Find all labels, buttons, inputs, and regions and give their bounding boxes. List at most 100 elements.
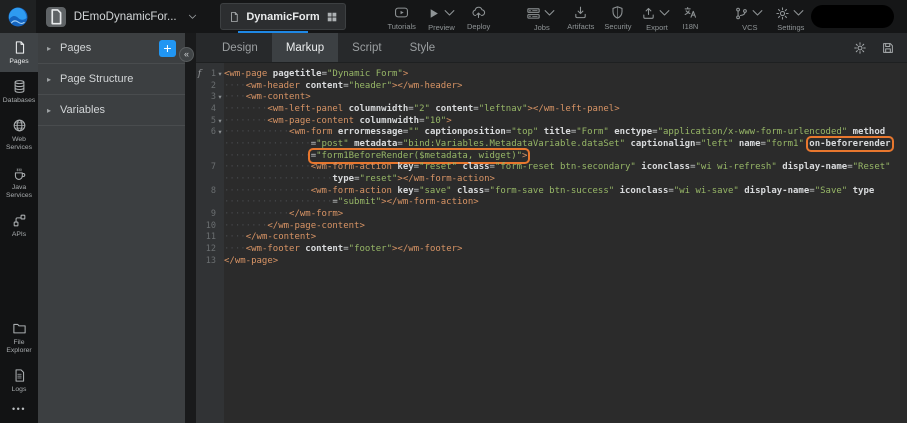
collapse-panel-button[interactable]: « bbox=[179, 47, 194, 62]
line-number: 6 bbox=[203, 127, 216, 137]
rail-item-pages[interactable]: Pages bbox=[0, 33, 38, 72]
code-row: 7················<wm-form-action key="re… bbox=[196, 162, 907, 174]
jobs-icon bbox=[526, 6, 541, 21]
file-explorer-label: File Explorer bbox=[0, 339, 38, 355]
user-menu[interactable] bbox=[811, 5, 894, 28]
code-line: ····················type="reset"></wm-fo… bbox=[224, 174, 495, 184]
chevron-down-icon bbox=[542, 5, 557, 20]
code-line: ········<wm-page-content columnwidth="10… bbox=[224, 116, 452, 126]
pages-label: Pages bbox=[9, 58, 28, 66]
settings-iconrow bbox=[775, 5, 806, 21]
code-row: 2····<wm-header content="header"></wm-he… bbox=[196, 80, 907, 92]
topbar-actions: TutorialsPreview Deploy JobsArtifactsSecur… bbox=[382, 1, 811, 32]
rail-item-java-services[interactable]: Java Services bbox=[0, 159, 38, 206]
topbar-action-preview[interactable]: Preview bbox=[421, 1, 462, 32]
rail-item-apis[interactable]: APIs bbox=[0, 206, 38, 245]
logs-label: Logs bbox=[12, 386, 27, 394]
preview-iconrow bbox=[426, 5, 457, 21]
settings-label: Settings bbox=[777, 23, 804, 32]
pages-label: Pages bbox=[60, 42, 91, 54]
code-line: ············</wm-form> bbox=[224, 209, 343, 219]
project-name: DEmoDynamicFor... bbox=[74, 11, 177, 23]
project-selector[interactable]: DEmoDynamicFor... bbox=[46, 7, 198, 27]
line-number: 12 bbox=[203, 244, 216, 254]
tab-design[interactable]: Design bbox=[208, 33, 272, 62]
code-row: f1▾<wm-page pagetitle="Dynamic Form"> bbox=[196, 68, 907, 80]
nodes-icon bbox=[12, 213, 27, 228]
topbar-action-tutorials[interactable]: Tutorials bbox=[382, 1, 420, 31]
explorer-section-pages[interactable]: ▸ Pages + bbox=[38, 33, 185, 64]
file-icon bbox=[228, 11, 240, 23]
logs-icon bbox=[12, 368, 27, 383]
fold-toggle-icon[interactable]: ▾ bbox=[216, 128, 224, 136]
code-line: ····················="submit"></wm-form-… bbox=[224, 197, 479, 207]
i18n-icon bbox=[683, 5, 698, 20]
wavemaker-studio-window: DEmoDynamicFor... DynamicForm TutorialsP… bbox=[0, 0, 907, 423]
topbar-action-export[interactable]: Export bbox=[636, 1, 677, 32]
i18n-label: I18N bbox=[682, 22, 698, 31]
rail-item-web-services[interactable]: Web Services bbox=[0, 111, 38, 158]
code-line: ····</wm-content> bbox=[224, 232, 316, 242]
deploy-label: Deploy bbox=[467, 22, 490, 31]
code-line: </wm-page> bbox=[224, 256, 278, 266]
databases-label: Databases bbox=[3, 97, 36, 105]
rail-item-file-explorer[interactable]: File Explorer bbox=[0, 314, 38, 361]
jobs-iconrow bbox=[526, 5, 557, 21]
line-number: 3 bbox=[203, 92, 216, 102]
web-services-label: Web Services bbox=[0, 136, 38, 152]
topbar-action-vcs[interactable]: VCS bbox=[729, 1, 770, 32]
code-row: 3▾····<wm-content> bbox=[196, 91, 907, 103]
highlight-box: ="form1BeforeRender($metadata, widget)"> bbox=[311, 151, 528, 161]
app-logo[interactable] bbox=[0, 0, 36, 33]
topbar-action-i18n[interactable]: I18N bbox=[677, 1, 703, 31]
tutorials-iconrow bbox=[394, 5, 409, 20]
page-tab-dynamicform[interactable]: DynamicForm bbox=[220, 3, 347, 30]
code-row: 8················<wm-form-action key="sa… bbox=[196, 185, 907, 197]
add-page-button[interactable]: + bbox=[159, 40, 176, 57]
deploy-icon bbox=[471, 5, 486, 20]
topbar-action-settings[interactable]: Settings bbox=[770, 1, 811, 32]
tab-markup[interactable]: Markup bbox=[272, 33, 338, 62]
save-icon[interactable] bbox=[881, 41, 895, 55]
code-row: ····················="submit"></wm-form-… bbox=[196, 197, 907, 209]
code-line: ············<wm-form errormessage="" cap… bbox=[224, 127, 885, 137]
code-line: ················<wm-form-action key="sav… bbox=[224, 186, 874, 196]
rail-item-databases[interactable]: Databases bbox=[0, 72, 38, 111]
chevron-right-icon: ▸ bbox=[47, 44, 51, 53]
topbar-action-artifacts[interactable]: Artifacts bbox=[562, 1, 599, 31]
chevron-down-icon bbox=[750, 5, 765, 20]
export-iconrow bbox=[641, 5, 672, 21]
tab-style[interactable]: Style bbox=[396, 33, 450, 62]
vcs-iconrow bbox=[734, 5, 765, 21]
explorer-section-page-structure[interactable]: ▸Page Structure bbox=[38, 64, 185, 95]
fold-toggle-icon[interactable]: ▾ bbox=[216, 93, 224, 101]
tab-script[interactable]: Script bbox=[338, 33, 395, 62]
settings-icon bbox=[775, 6, 790, 21]
grid-icon[interactable] bbox=[326, 11, 338, 23]
chevron-down-icon bbox=[187, 11, 198, 22]
i18n-iconrow bbox=[683, 5, 698, 20]
preview-icon bbox=[426, 6, 441, 21]
line-number: 9 bbox=[203, 209, 216, 219]
code-row: 9 ············</wm-form> bbox=[196, 208, 907, 220]
explorer-section-variables[interactable]: ▸Variables bbox=[38, 95, 185, 126]
line-number: 7 bbox=[203, 162, 216, 172]
variables-label: Variables bbox=[60, 104, 105, 116]
rail-item-logs[interactable]: Logs bbox=[0, 361, 38, 400]
chevron-down-icon bbox=[791, 5, 806, 20]
fold-toggle-icon[interactable]: ▾ bbox=[216, 70, 224, 78]
topbar-action-jobs[interactable]: Jobs bbox=[521, 1, 562, 32]
topbar-action-deploy[interactable]: Deploy bbox=[462, 1, 495, 31]
explorer-panel: ▸ Pages + ▸Page Structure▸Variables bbox=[38, 33, 185, 423]
code-editor[interactable]: f1▾<wm-page pagetitle="Dynamic Form">2··… bbox=[196, 63, 907, 423]
gear-icon[interactable] bbox=[853, 41, 867, 55]
more-options-button[interactable]: ••• bbox=[0, 400, 38, 423]
pages-icon bbox=[12, 40, 27, 55]
code-row: ····················type="reset"></wm-fo… bbox=[196, 173, 907, 185]
artifacts-iconrow bbox=[573, 5, 588, 20]
fold-toggle-icon[interactable]: ▾ bbox=[216, 117, 224, 125]
database-icon bbox=[12, 79, 27, 94]
code-row: 10········</wm-page-content> bbox=[196, 220, 907, 232]
coffee-icon bbox=[12, 166, 27, 181]
topbar-action-security[interactable]: Security bbox=[599, 1, 636, 31]
